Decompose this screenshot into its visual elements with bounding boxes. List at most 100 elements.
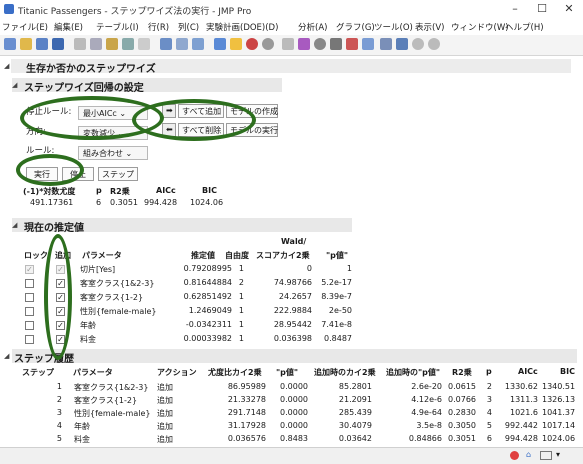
hist-enter-chisq: 21.2091 xyxy=(338,395,372,404)
maximize-button[interactable]: ☐ xyxy=(532,2,552,18)
menu-table[interactable]: テーブル(I) xyxy=(96,21,139,33)
line-tool-icon[interactable] xyxy=(362,38,374,50)
grabber-tool-icon[interactable] xyxy=(262,38,274,50)
hist-aicc: 1311.3 xyxy=(510,395,538,404)
menu-doe[interactable]: 実験計画(DOE)(D) xyxy=(206,21,278,33)
copy-icon[interactable] xyxy=(90,38,102,50)
cut-icon[interactable] xyxy=(74,38,86,50)
new-table-icon[interactable] xyxy=(36,38,48,50)
history-toggle-icon[interactable]: ◢ xyxy=(4,352,9,360)
hist-enter-chisq: 30.4079 xyxy=(338,421,372,430)
status-window-icon[interactable] xyxy=(540,451,552,460)
hist-step: 4 xyxy=(56,421,62,430)
menu-graph[interactable]: グラフ(G) xyxy=(336,21,375,33)
ellipse-icon[interactable] xyxy=(428,38,440,50)
window-list-icon[interactable] xyxy=(192,38,204,50)
menu-rows[interactable]: 行(R) xyxy=(148,21,169,33)
hist-col-enter-chisq: 追加時のカイ2乗 xyxy=(314,368,376,377)
hist-param: 年齢 xyxy=(74,422,90,431)
magnifier-tool-icon[interactable] xyxy=(314,38,326,50)
lock-checkbox[interactable] xyxy=(25,321,34,330)
menu-edit[interactable]: 編集(E) xyxy=(54,21,83,33)
col-pvalue: "p値" xyxy=(326,251,349,260)
crosshair-tool-icon[interactable] xyxy=(246,38,258,50)
selection-tool-icon[interactable] xyxy=(330,38,342,50)
arrow-tool-icon[interactable] xyxy=(214,38,226,50)
annotate-icon[interactable] xyxy=(396,38,408,50)
lock-checkbox[interactable] xyxy=(25,293,34,302)
window-title: Titanic Passengers - ステップワイズ法の実行 - JMP P… xyxy=(18,7,252,17)
step-button[interactable]: ステップ xyxy=(98,167,138,181)
status-dropdown-icon[interactable]: ▾ xyxy=(556,450,560,459)
summary-header-loglik: (-1)*対数尤度 xyxy=(23,187,76,196)
polygon-icon[interactable] xyxy=(412,38,424,50)
lock-checkbox[interactable] xyxy=(25,335,34,344)
brush-tool-icon[interactable] xyxy=(298,38,310,50)
simple-shape-icon[interactable] xyxy=(380,38,392,50)
minimize-button[interactable]: – xyxy=(505,2,525,18)
summary-header-aicc: AICc xyxy=(156,186,176,195)
close-button[interactable]: ✕ xyxy=(559,2,579,18)
settings-toggle-icon[interactable]: ◢ xyxy=(12,81,17,89)
wald-header: Wald/ xyxy=(281,237,307,246)
hist-enter-p: 3.5e-8 xyxy=(416,421,442,430)
pvalue-value: 8.39e-7 xyxy=(321,292,352,301)
save-icon[interactable] xyxy=(52,38,64,50)
hist-param: 客室クラス{1&2-3} xyxy=(74,383,149,392)
summary-header-r2: R2乗 xyxy=(110,187,130,196)
hist-col-pvalue: "p値" xyxy=(276,368,299,377)
journal-icon[interactable] xyxy=(122,38,134,50)
hist-enter-p: 0.84866 xyxy=(408,434,442,443)
pvalue-value: 5.2e-17 xyxy=(321,278,352,287)
param-name: 性別{female-male} xyxy=(80,307,157,316)
open-icon[interactable] xyxy=(20,38,32,50)
plus-tool-icon[interactable] xyxy=(346,38,358,50)
hist-bic: 1041.37 xyxy=(542,408,576,417)
current-toggle-icon[interactable]: ◢ xyxy=(12,221,17,229)
df-value: 1 xyxy=(238,334,244,343)
menu-analyze[interactable]: 分析(A) xyxy=(298,21,327,33)
df-value: 1 xyxy=(238,264,244,273)
col-df: 自由度 xyxy=(225,251,249,260)
data-table-icon[interactable] xyxy=(160,38,172,50)
lock-checkbox[interactable] xyxy=(25,279,34,288)
status-stop-icon[interactable] xyxy=(510,451,519,460)
hist-enter-p: 2.6e-20 xyxy=(411,382,442,391)
hist-aicc: 994.428 xyxy=(504,434,538,443)
menu-tools[interactable]: ツール(O) xyxy=(374,21,413,33)
menu-window[interactable]: ウィンドウ(W) xyxy=(451,21,509,33)
menu-view[interactable]: 表示(V) xyxy=(415,21,444,33)
paste-icon[interactable] xyxy=(106,38,118,50)
hist-r2: 0.3051 xyxy=(448,434,476,443)
chisq-value: 222.9884 xyxy=(273,306,312,315)
lock-checkbox[interactable]: ✓ xyxy=(25,265,34,274)
report-icon[interactable] xyxy=(176,38,188,50)
estimate-value: 0.62851492 xyxy=(183,292,232,301)
menu-help[interactable]: ヘルプ(H) xyxy=(505,21,544,33)
rule-select[interactable]: 組み合わせ ⌄ xyxy=(78,146,148,160)
lock-checkbox[interactable] xyxy=(25,307,34,316)
outline-toggle-icon[interactable]: ◢ xyxy=(4,62,9,70)
hist-action: 追加 xyxy=(157,383,173,392)
hist-step: 2 xyxy=(56,395,62,404)
hist-aicc: 992.442 xyxy=(504,421,538,430)
hist-pvalue: 0.0000 xyxy=(280,395,308,404)
hist-action: 追加 xyxy=(157,422,173,431)
estimate-value: 0.81644884 xyxy=(183,278,232,287)
hist-lr-chisq: 31.17928 xyxy=(227,421,266,430)
chisq-value: 0.036398 xyxy=(273,334,312,343)
hist-col-bic: BIC xyxy=(560,367,575,376)
hist-pvalue: 0.0000 xyxy=(280,382,308,391)
status-home-icon[interactable]: ⌂ xyxy=(526,450,531,459)
menu-cols[interactable]: 列(C) xyxy=(178,21,199,33)
menu-file[interactable]: ファイル(E) xyxy=(2,21,48,33)
param-name: 切片[Yes] xyxy=(80,265,116,274)
estimate-value: -0.0342311 xyxy=(185,320,232,329)
help-tool-icon[interactable] xyxy=(230,38,242,50)
layout-icon[interactable] xyxy=(138,38,150,50)
lasso-tool-icon[interactable] xyxy=(282,38,294,50)
hist-p: 4 xyxy=(486,408,492,417)
new-icon[interactable] xyxy=(4,38,16,50)
hist-col-lr-chisq: 尤度比カイ2乗 xyxy=(208,368,262,377)
hist-r2: 0.2830 xyxy=(448,408,476,417)
